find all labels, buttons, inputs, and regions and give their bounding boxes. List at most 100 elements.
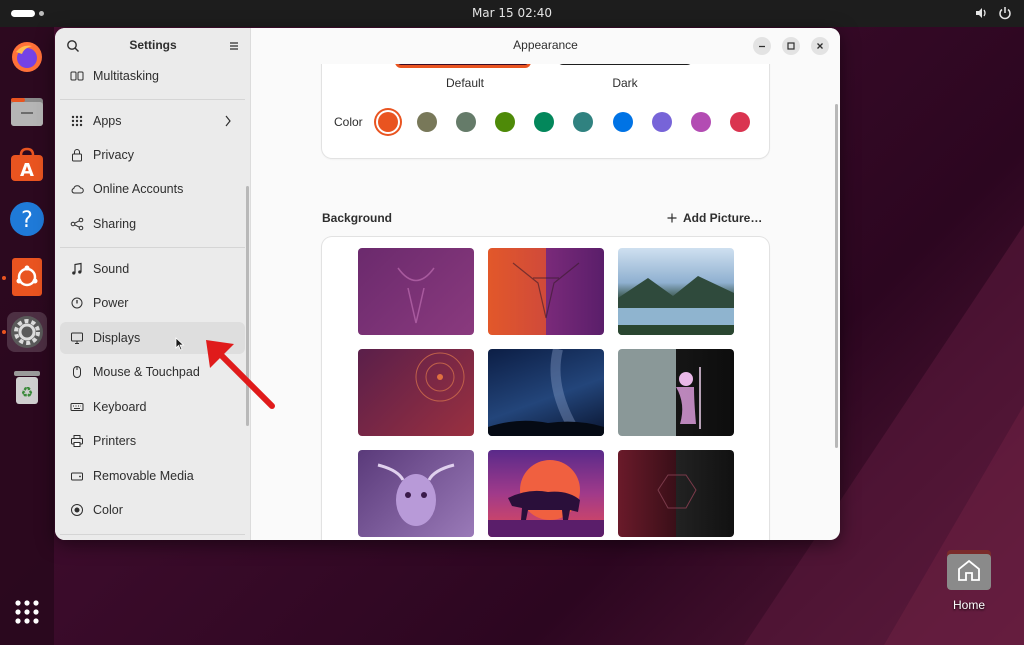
wallpaper-thumbnail[interactable] — [618, 248, 734, 335]
maximize-button[interactable] — [782, 37, 800, 55]
svg-text:?: ? — [21, 208, 33, 233]
accent-swatch-viridian[interactable] — [534, 112, 554, 132]
sidebar-item-apps[interactable]: Apps — [60, 105, 245, 137]
accent-swatch-prussian-green[interactable] — [573, 112, 593, 132]
accent-swatch-purple[interactable] — [652, 112, 672, 132]
wallpaper-thumbnail[interactable] — [488, 349, 604, 436]
sidebar-item-label: Sharing — [93, 217, 137, 231]
music-note-icon — [72, 262, 82, 275]
plus-icon — [667, 213, 677, 223]
wallpaper-thumbnail[interactable] — [358, 450, 474, 537]
trash-launcher[interactable]: ♻ — [7, 367, 47, 407]
volume-icon[interactable] — [974, 6, 988, 20]
lock-icon — [72, 149, 82, 162]
minimize-button[interactable] — [753, 37, 771, 55]
monitor-icon — [71, 332, 83, 344]
sidebar-item-label: Privacy — [93, 148, 134, 162]
style-card: Default Dark Color — [322, 64, 769, 158]
style-dark-thumbnail[interactable] — [557, 64, 693, 65]
ubuntu-installer-launcher[interactable] — [7, 257, 47, 297]
accent-swatch-orange[interactable] — [378, 112, 398, 132]
settings-launcher[interactable] — [7, 312, 47, 352]
add-picture-button[interactable]: Add Picture… — [667, 211, 762, 225]
show-apps-button[interactable] — [7, 592, 47, 632]
style-default-thumbnail[interactable] — [395, 64, 531, 68]
running-indicator — [2, 330, 6, 334]
desktop-home-label: Home — [952, 598, 985, 612]
share-icon — [70, 217, 84, 231]
wallpaper-thumbnail[interactable] — [358, 349, 474, 436]
sidebar-item-printers[interactable]: Printers — [60, 425, 245, 457]
home-folder-icon — [947, 550, 991, 590]
background-section-label: Background — [322, 211, 393, 225]
app-center-launcher[interactable]: A — [7, 145, 47, 185]
sidebar-item-label: Multitasking — [93, 69, 159, 83]
sidebar-item-label: Apps — [93, 114, 122, 128]
sidebar-item-color[interactable]: Color — [60, 494, 245, 526]
files-launcher[interactable] — [7, 91, 47, 131]
wallpaper-thumbnail[interactable] — [358, 248, 474, 335]
close-button[interactable] — [811, 37, 829, 55]
add-picture-label: Add Picture… — [683, 211, 763, 225]
app-center-icon: A — [11, 147, 43, 181]
background-grid-card — [322, 237, 769, 540]
clock[interactable]: Mar 15 02:40 — [0, 6, 1024, 20]
content-scrollbar[interactable] — [835, 104, 838, 448]
sidebar-item-removable-media[interactable]: Removable Media — [60, 460, 245, 492]
firefox-icon — [12, 42, 42, 72]
hamburger-menu-icon[interactable] — [227, 39, 241, 53]
power-icon — [71, 297, 83, 309]
accent-swatch-magenta[interactable] — [691, 112, 711, 132]
sidebar-item-label: Printers — [93, 434, 137, 448]
maximize-icon — [787, 42, 795, 50]
wallpaper-thumbnail[interactable] — [618, 450, 734, 537]
app-grid-icon — [15, 600, 39, 624]
wallpaper-thumbnail[interactable] — [618, 349, 734, 436]
close-icon — [817, 43, 823, 49]
wallpaper-thumbnail[interactable] — [488, 450, 604, 537]
gear-icon — [11, 316, 43, 348]
color-icon — [71, 504, 83, 516]
files-icon — [11, 98, 43, 126]
accent-swatch-blue[interactable] — [613, 112, 633, 132]
dock: A ? ♻ — [0, 27, 54, 645]
style-dark-label: Dark — [612, 76, 638, 90]
keyboard-icon — [70, 403, 84, 411]
svg-text:A: A — [20, 160, 34, 181]
mouse-icon — [73, 366, 81, 378]
desktop-home-folder[interactable]: Home — [940, 548, 998, 618]
sidebar-item-label: Sound — [93, 262, 130, 276]
running-indicator — [2, 276, 6, 280]
mouse-cursor-icon — [175, 337, 185, 351]
accent-swatch-sage[interactable] — [456, 112, 476, 132]
sidebar-divider — [60, 99, 245, 100]
accent-swatch-bark[interactable] — [417, 112, 437, 132]
sidebar-item-privacy[interactable]: Privacy — [60, 139, 245, 171]
settings-sidebar: Settings Multitasking Apps Privacy Onlin… — [55, 28, 251, 540]
accent-swatch-olive[interactable] — [495, 112, 515, 132]
sidebar-divider — [60, 534, 245, 535]
sidebar-item-power[interactable]: Power — [60, 287, 245, 319]
power-icon[interactable] — [998, 6, 1012, 20]
ubuntu-icon — [12, 258, 42, 296]
minimize-icon — [759, 45, 765, 48]
accent-color-label: Color — [334, 115, 363, 129]
sidebar-item-label: Color — [93, 503, 123, 517]
firefox-launcher[interactable] — [7, 37, 47, 77]
appearance-content: Default Dark Color Background Add Pictur… — [251, 64, 840, 540]
sidebar-item-label: Power — [93, 296, 129, 310]
removable-media-icon — [71, 472, 83, 481]
help-launcher[interactable]: ? — [7, 199, 47, 239]
sidebar-item-online-accounts[interactable]: Online Accounts — [60, 173, 245, 205]
accent-swatch-red[interactable] — [730, 112, 750, 132]
sidebar-item-sound[interactable]: Sound — [60, 253, 245, 285]
wallpaper-thumbnail[interactable] — [488, 248, 604, 335]
style-default-label: Default — [445, 76, 485, 90]
sidebar-item-label: Displays — [93, 331, 141, 345]
sidebar-item-sharing[interactable]: Sharing — [60, 208, 245, 240]
sidebar-item-label: Removable Media — [93, 469, 194, 483]
multitasking-icon — [70, 71, 84, 81]
sidebar-item-multitasking[interactable]: Multitasking — [60, 60, 245, 92]
sidebar-header: Settings — [55, 28, 251, 64]
sidebar-item-label: Mouse & Touchpad — [93, 365, 200, 379]
